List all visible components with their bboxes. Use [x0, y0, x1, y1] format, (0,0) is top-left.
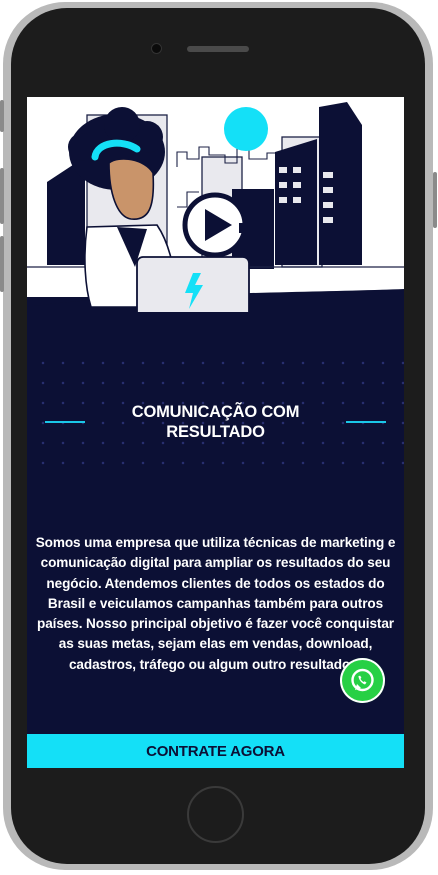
section-title-block: COMUNICAÇÃO COM RESULTADO [27, 402, 404, 452]
title-divider-left [45, 421, 85, 423]
phone-side-button-left-mid [0, 168, 4, 224]
phone-side-button-right [433, 172, 437, 228]
illustration-person-laptop-city-icon [27, 97, 404, 324]
home-button[interactable] [187, 786, 244, 843]
screen: COMUNICAÇÃO COM RESULTADO Somos uma empr… [27, 97, 404, 768]
title-divider-right [346, 421, 386, 423]
phone-side-button-left-bottom [0, 236, 4, 292]
phone-camera [151, 43, 162, 54]
company-description: Somos uma empresa que utiliza técnicas d… [35, 535, 396, 672]
section-title: COMUNICAÇÃO COM RESULTADO [131, 403, 300, 441]
hire-now-button[interactable]: CONTRATE AGORA [27, 734, 404, 768]
hero-illustration [27, 97, 404, 324]
whatsapp-icon [351, 668, 374, 692]
phone-side-button-left-top [0, 100, 4, 132]
phone-speaker [187, 46, 249, 52]
whatsapp-button[interactable] [340, 658, 385, 703]
